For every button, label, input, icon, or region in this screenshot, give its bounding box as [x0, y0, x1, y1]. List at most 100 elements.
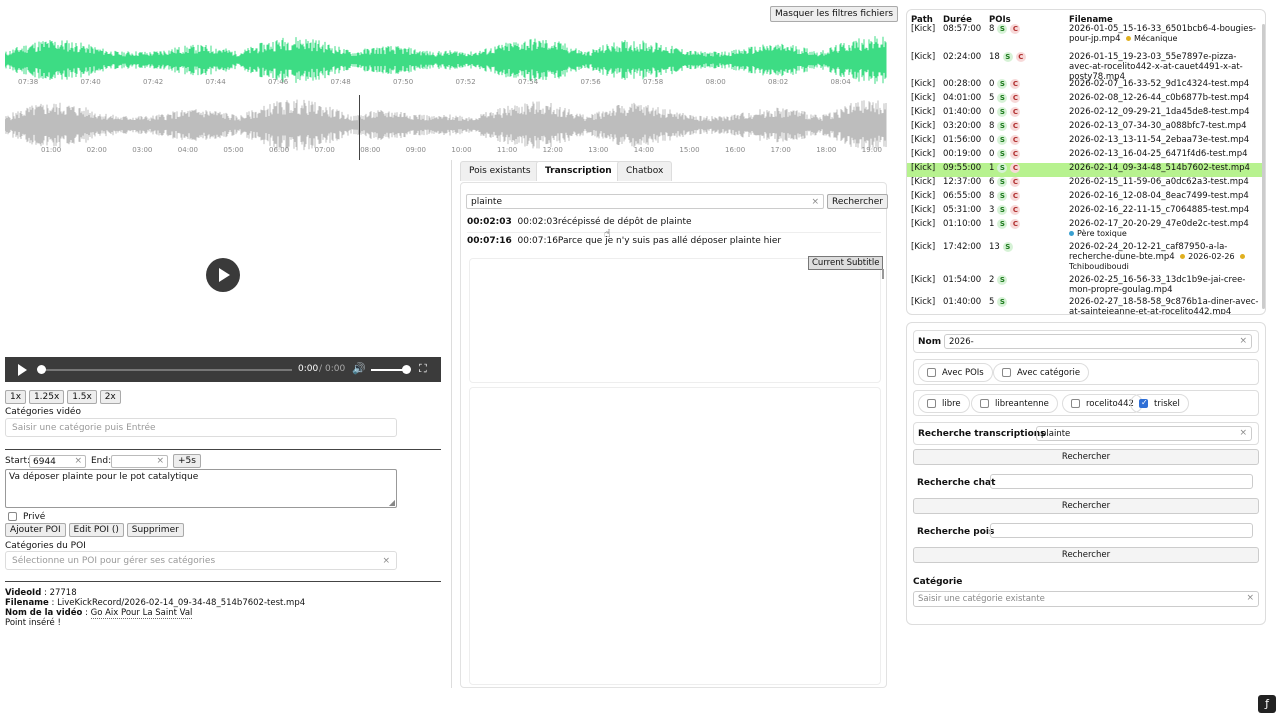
start-clear-icon[interactable]: ×	[74, 456, 82, 466]
subtitle-scrollbar[interactable]	[882, 269, 884, 279]
delete-poi-button[interactable]: Supprimer	[126, 523, 184, 537]
hide-filters-button[interactable]: Masquer les filtres fichiers	[770, 6, 899, 22]
file-row[interactable]: [Kick] 01:40:00 5 S 2026-02-27_18-58-58_9c87…	[907, 297, 1265, 314]
file-tag: Mécanique	[1125, 34, 1177, 43]
speed-1-5x-button[interactable]: 1.5x	[67, 390, 97, 404]
fullscreen-icon[interactable]: ⛶	[419, 362, 427, 376]
file-pois-count: 3	[989, 205, 995, 215]
transcription-search-clear-icon[interactable]: ×	[811, 197, 819, 207]
status-message: Point inséré !	[5, 618, 61, 628]
source-checkbox[interactable]	[980, 399, 989, 408]
waveform-path	[4, 36, 887, 84]
play-icon[interactable]	[18, 364, 27, 376]
with-pois-toggle[interactable]: Avec POIs	[918, 363, 993, 382]
plus-5s-button[interactable]: +5s	[173, 454, 201, 468]
play-button-large[interactable]	[206, 258, 240, 292]
file-row[interactable]: [Kick] 09:55:00 1 S C 2026-02-14_09-34-48_514…	[907, 163, 1265, 177]
app-logo-icon[interactable]: ƒ	[1258, 695, 1276, 713]
time-tick-label: 19:00	[861, 146, 882, 154]
file-row[interactable]: [Kick] 04:01:00 5 S C 2026-02-08_12-26-44_c0b…	[907, 93, 1265, 107]
source-toggle[interactable]: libreantenne	[971, 394, 1058, 413]
poi-text-area[interactable]: Va déposer plainte pour le pot catalytiq…	[5, 469, 397, 508]
private-row[interactable]: Privé	[8, 512, 45, 522]
transcription-search-button[interactable]: Rechercher	[827, 194, 888, 209]
transcription-result[interactable]: 00:02:03 00:02:03récépissé de dépôt de p…	[467, 217, 881, 233]
file-row[interactable]: [Kick] 01:54:00 2 S 2026-02-25_16-56-33_13dc…	[907, 275, 1265, 297]
with-category-label: Avec catégorie	[1017, 368, 1081, 378]
tab-pois-existants[interactable]: Pois existants	[460, 161, 540, 181]
subtitle-badge: S	[997, 177, 1008, 187]
name-filter-input[interactable]: 2026- ×	[944, 334, 1252, 349]
volume-icon[interactable]: 🔊	[352, 362, 366, 375]
poi-text-value: Va déposer plainte pour le pot catalytiq…	[9, 472, 199, 482]
file-path: [Kick]	[911, 163, 936, 173]
source-checkbox[interactable]	[1139, 398, 1148, 408]
poi-category-input[interactable]: Sélectionne un POI pour gérer ses catégo…	[5, 551, 397, 570]
transcript-search-clear-icon[interactable]: ×	[1239, 428, 1247, 438]
source-toggle[interactable]: libre	[918, 394, 970, 413]
pois-search-input[interactable]	[990, 523, 1253, 538]
source-checkbox[interactable]	[1071, 399, 1080, 408]
private-checkbox[interactable]	[8, 512, 17, 521]
current-subtitle-label[interactable]: Current Subtitle	[808, 256, 884, 270]
video-name-value[interactable]: Go Aix Pour La Saint Val	[90, 608, 193, 619]
transcript-search-button[interactable]: Rechercher	[913, 449, 1259, 465]
tab-transcription[interactable]: Transcription	[536, 161, 621, 181]
file-row[interactable]: [Kick] 17:42:00 13 S 2026-02-24_20-12-21_caf…	[907, 242, 1265, 274]
file-row[interactable]: [Kick] 01:40:00 0 S C 2026-02-12_09-29-21_1da…	[907, 107, 1265, 121]
chat-search-button[interactable]: Rechercher	[913, 498, 1259, 514]
file-row[interactable]: [Kick] 00:28:00 0 S C 2026-02-07_16-33-52_9d1…	[907, 79, 1265, 93]
file-row[interactable]: [Kick] 02:24:00 18 S C 2026-01-15_19-23-03_55…	[907, 52, 1265, 82]
files-scrollbar[interactable]	[1262, 24, 1265, 309]
poi-category-clear-icon[interactable]: ×	[382, 556, 390, 566]
source-checkbox[interactable]	[927, 399, 936, 408]
video-category-input[interactable]: Saisir une catégorie puis Entrée	[5, 418, 397, 437]
file-pois: 1SC	[989, 219, 1021, 229]
source-toggle[interactable]: triskel	[1130, 394, 1189, 413]
file-row[interactable]: [Kick] 08:57:00 8 S C 2026-01-05_15-16-33_650…	[907, 24, 1265, 48]
poi-category-placeholder: Sélectionne un POI pour gérer ses catégo…	[12, 556, 216, 566]
file-row[interactable]: [Kick] 12:37:00 6 S C 2026-02-15_11-59-06_a0d…	[907, 177, 1265, 191]
end-input[interactable]: ×	[111, 455, 168, 468]
volume-slider[interactable]	[371, 369, 405, 371]
file-row[interactable]: [Kick] 06:55:00 8 S C 2026-02-16_12-08-04_8ea…	[907, 191, 1265, 205]
filename-label: Filename	[5, 598, 49, 608]
time-tick-label: 08:02	[768, 78, 789, 86]
resize-handle-icon[interactable]: ◢	[389, 498, 395, 507]
transcription-search-input[interactable]: plainte ×	[466, 194, 824, 209]
speed-1-25x-button[interactable]: 1.25x	[28, 390, 65, 404]
file-pois: 1SC	[989, 163, 1021, 173]
file-pois: 0SC	[989, 135, 1021, 145]
add-poi-button[interactable]: Ajouter POI	[5, 523, 66, 537]
tab-chatbox[interactable]: Chatbox	[617, 161, 673, 181]
with-category-toggle[interactable]: Avec catégorie	[993, 363, 1090, 382]
file-name-text: 2026-02-07_16-33-52_9d1c4324-test.mp4	[1069, 79, 1250, 89]
file-row[interactable]: [Kick] 05:31:00 3 S C 2026-02-16_22-11-15_c70…	[907, 205, 1265, 219]
seek-handle[interactable]	[37, 365, 46, 374]
end-clear-icon[interactable]: ×	[156, 456, 164, 466]
chat-badge: C	[1010, 205, 1021, 215]
file-pois: 6SC	[989, 177, 1021, 187]
speed-2x-button[interactable]: 2x	[99, 390, 121, 404]
file-pois: 2S	[989, 275, 1008, 285]
speed-1x-button[interactable]: 1x	[5, 390, 27, 404]
edit-poi-button[interactable]: Edit POI ()	[68, 523, 124, 537]
with-pois-checkbox[interactable]	[927, 368, 936, 377]
with-category-checkbox[interactable]	[1002, 368, 1011, 377]
chat-search-input[interactable]	[990, 474, 1253, 489]
seek-bar[interactable]	[39, 369, 292, 371]
name-filter-clear-icon[interactable]: ×	[1239, 336, 1247, 346]
pois-search-button[interactable]: Rechercher	[913, 547, 1259, 563]
tag-dot-icon	[1069, 231, 1074, 236]
file-row[interactable]: [Kick] 01:56:00 0 S C 2026-02-13_13-11-54_2eb…	[907, 135, 1265, 149]
category-filter-clear-icon[interactable]: ×	[1246, 593, 1254, 603]
transcript-search-input[interactable]: plainte ×	[1036, 426, 1252, 441]
volume-handle[interactable]	[402, 365, 411, 374]
category-filter-placeholder: Saisir une catégorie existante	[918, 594, 1045, 604]
start-input[interactable]: 6944 ×	[29, 455, 86, 468]
file-row[interactable]: [Kick] 00:19:00 0 S C 2026-02-13_16-04-25_647…	[907, 149, 1265, 163]
transcription-result[interactable]: 00:07:16 00:07:16Parce que je n'y suis p…	[467, 236, 881, 252]
category-filter-input[interactable]: Saisir une catégorie existante ×	[913, 591, 1259, 607]
file-row[interactable]: [Kick] 03:20:00 8 S C 2026-02-13_07-34-30_a08…	[907, 121, 1265, 135]
file-row[interactable]: [Kick] 01:10:00 1 S C 2026-02-17_20-20-29_47e…	[907, 219, 1265, 241]
